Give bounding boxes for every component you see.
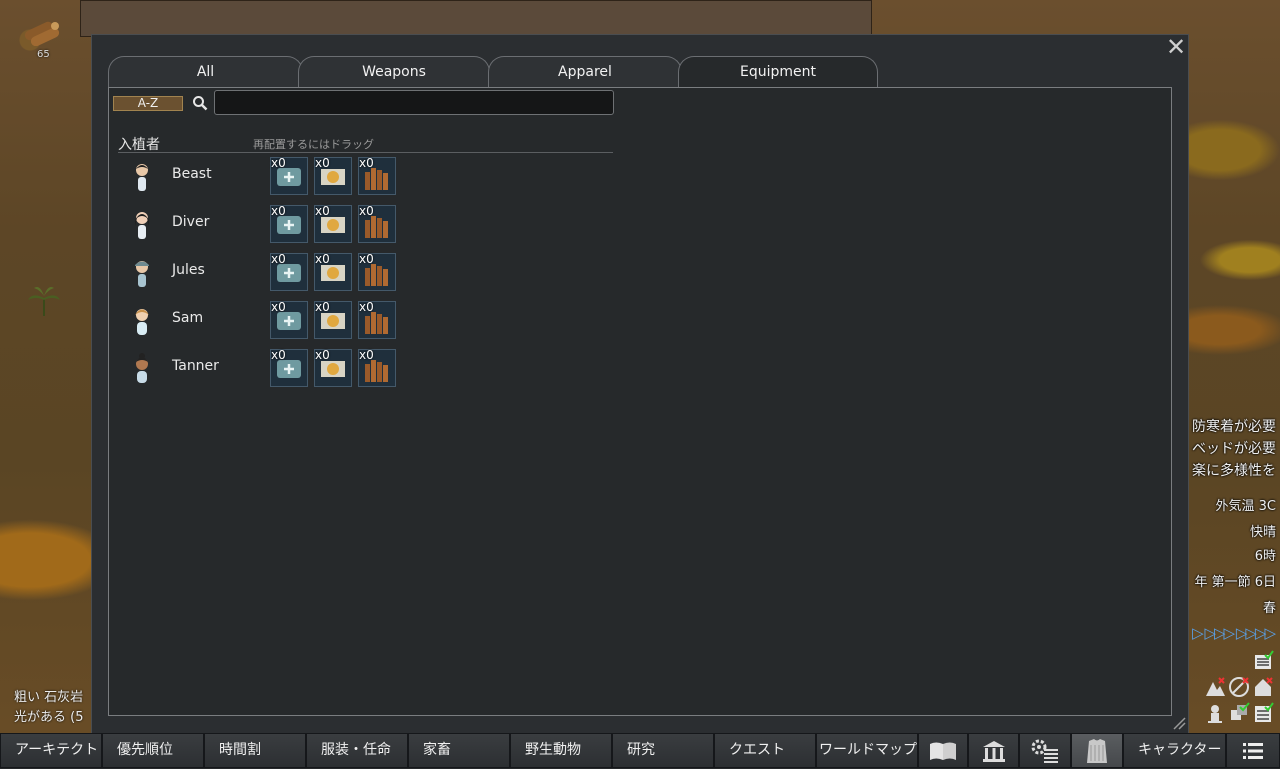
stakes-slot[interactable]: x0	[358, 348, 396, 387]
animals-button[interactable]: 家畜	[408, 733, 510, 768]
main-menu-button[interactable]	[1226, 733, 1280, 768]
colonist-column-header: 入植者	[118, 137, 160, 153]
gold-slot[interactable]: x0	[314, 252, 352, 291]
quests-button[interactable]: クエスト	[714, 733, 816, 768]
colonist-portrait[interactable]	[130, 352, 154, 386]
gear-list-icon	[1031, 739, 1058, 763]
tab-weapons[interactable]: Weapons	[298, 56, 490, 88]
factions-button[interactable]	[968, 733, 1019, 768]
slot-count: x0	[315, 252, 330, 266]
loadout-button[interactable]	[1071, 733, 1123, 768]
auto-rebuild-toggle-icon[interactable]	[1204, 702, 1226, 724]
colonist-portrait[interactable]	[130, 208, 154, 242]
colonist-row-sam[interactable]: Sam x0 x0 x0	[118, 300, 518, 340]
log-toggle-icon[interactable]	[1252, 650, 1274, 672]
colonist-row-diver[interactable]: Diver x0 x0 x0	[118, 204, 518, 244]
medicine-slot[interactable]: x0	[270, 252, 308, 291]
tab-apparel[interactable]: Apparel	[488, 56, 682, 88]
notes-toggle-icon[interactable]	[1252, 702, 1274, 724]
wildlife-button[interactable]: 野生動物	[510, 733, 612, 768]
zone-toggle-icon[interactable]	[1228, 702, 1250, 724]
medicine-slot[interactable]: x0	[270, 156, 308, 195]
slot-count: x0	[359, 300, 374, 314]
plant-icon	[28, 287, 60, 316]
map-structure	[80, 0, 872, 37]
colonist-name: Jules	[172, 262, 205, 278]
wood-count: 65	[37, 49, 50, 60]
stakes-slot[interactable]: x0	[358, 204, 396, 243]
slot-count: x0	[359, 204, 374, 218]
gold-slot[interactable]: x0	[314, 300, 352, 339]
sort-az-button[interactable]: A-Z	[113, 96, 183, 111]
drag-hint: 再配置するにはドラッグ	[253, 138, 374, 151]
no-fire-toggle-icon[interactable]	[1228, 676, 1250, 698]
slot-count: x0	[359, 348, 374, 362]
slot-count: x0	[315, 156, 330, 170]
tab-all[interactable]: All	[108, 56, 303, 88]
gold-slot[interactable]: x0	[314, 348, 352, 387]
slot-count: x0	[359, 156, 374, 170]
colonist-row-beast[interactable]: Beast x0 x0 x0	[118, 156, 518, 196]
loadout-shirt-icon	[1087, 738, 1107, 763]
world-map-button[interactable]: ワールドマップ	[816, 733, 918, 768]
slot-count: x0	[271, 300, 286, 314]
slot-count: x0	[271, 204, 286, 218]
medicine-slot[interactable]: x0	[270, 300, 308, 339]
architect-button[interactable]: アーキテクト	[0, 733, 102, 768]
colonist-portrait[interactable]	[130, 304, 154, 338]
terrain-readout: 粗い 石灰岩	[14, 690, 84, 705]
colonist-name: Sam	[172, 310, 204, 326]
work-priority-button[interactable]: 優先順位	[102, 733, 204, 768]
book-icon	[930, 742, 956, 760]
search-input[interactable]	[214, 90, 614, 115]
time-speed-controls[interactable]: ▷ ▷▷▷ ▷▷▷▷	[1192, 624, 1276, 642]
home-toggle-icon[interactable]	[1252, 676, 1274, 698]
terrain-toggle-icon[interactable]	[1204, 676, 1226, 698]
colonist-row-jules[interactable]: Jules x0 x0 x0	[118, 252, 518, 292]
medicine-slot[interactable]: x0	[270, 204, 308, 243]
search-icon	[193, 96, 208, 111]
light-readout: 光がある (5	[14, 710, 84, 725]
faction-building-icon	[982, 740, 1005, 762]
header-divider	[118, 152, 613, 153]
slot-count: x0	[359, 252, 374, 266]
colonist-portrait[interactable]	[130, 256, 154, 290]
slot-count: x0	[315, 348, 330, 362]
close-button[interactable]: ✕	[1165, 35, 1187, 59]
slot-count: x0	[271, 156, 286, 170]
stakes-slot[interactable]: x0	[358, 252, 396, 291]
colonist-name: Beast	[172, 166, 212, 182]
gold-slot[interactable]: x0	[314, 156, 352, 195]
medicine-slot[interactable]: x0	[270, 348, 308, 387]
wood-logs-icon[interactable]	[22, 18, 62, 46]
history-button[interactable]	[918, 733, 968, 768]
play-settings-toggles	[1182, 648, 1276, 728]
slot-count: x0	[315, 204, 330, 218]
schedule-button[interactable]: 時間割	[204, 733, 306, 768]
research-button[interactable]: 研究	[612, 733, 714, 768]
colonist-name: Tanner	[172, 358, 219, 374]
assign-button[interactable]: 服装・任命	[306, 733, 408, 768]
colonist-row-tanner[interactable]: Tanner x0 x0 x0	[118, 348, 518, 388]
tab-equipment[interactable]: Equipment	[678, 56, 878, 88]
character-button[interactable]: キャラクター	[1123, 733, 1226, 768]
slot-count: x0	[271, 252, 286, 266]
mods-button[interactable]	[1019, 733, 1071, 768]
resize-handle-icon[interactable]	[1172, 716, 1186, 730]
stakes-slot[interactable]: x0	[358, 156, 396, 195]
menu-list-icon	[1243, 742, 1263, 759]
slot-count: x0	[315, 300, 330, 314]
slot-count: x0	[271, 348, 286, 362]
stakes-slot[interactable]: x0	[358, 300, 396, 339]
colonist-portrait[interactable]	[130, 160, 154, 194]
colonist-name: Diver	[172, 214, 210, 230]
gold-slot[interactable]: x0	[314, 204, 352, 243]
